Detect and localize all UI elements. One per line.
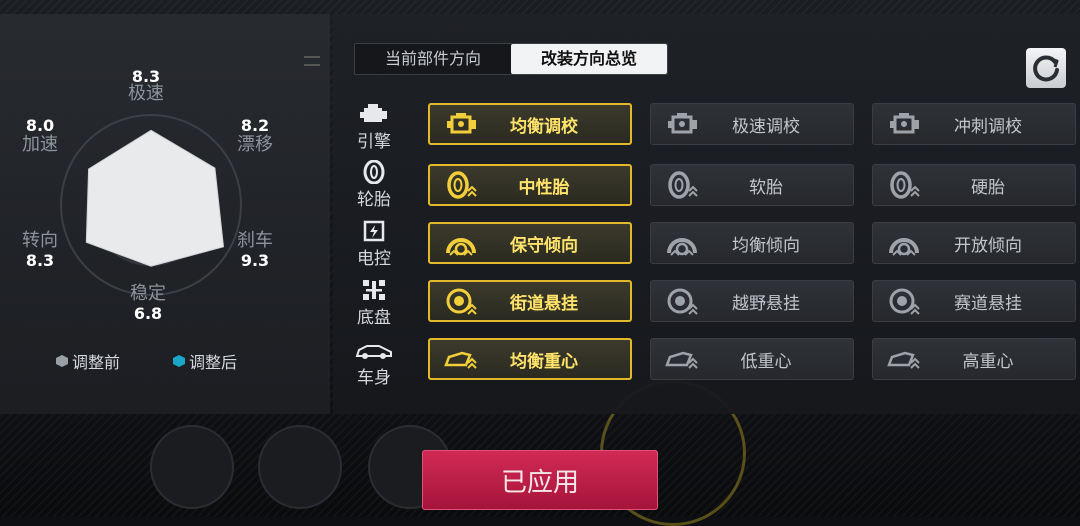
option-button[interactable]: 冲刺调校 <box>872 103 1076 145</box>
category-label: 电控 <box>357 249 391 269</box>
engine-icon <box>885 109 925 139</box>
category-label: 车身 <box>357 368 391 388</box>
category-chassis: 底盘 <box>352 278 396 328</box>
background-part-slot <box>258 425 342 509</box>
tire-icon <box>885 170 925 200</box>
option-label: 冲刺调校 <box>954 116 1022 137</box>
legend-before-label: 调整前 <box>72 353 121 372</box>
tire-icon <box>663 170 703 200</box>
chassis-icon <box>663 286 703 316</box>
option-button[interactable]: 保守倾向 <box>428 222 632 264</box>
category-label: 轮胎 <box>357 190 391 210</box>
option-label: 软胎 <box>749 177 783 198</box>
option-label: 均衡重心 <box>510 351 578 372</box>
category-label: 引擎 <box>357 132 391 152</box>
option-button[interactable]: 赛道悬挂 <box>872 280 1076 322</box>
refresh-button[interactable] <box>1026 48 1066 88</box>
apply-button[interactable]: 已应用 <box>422 450 658 510</box>
car-body-icon <box>355 345 392 359</box>
hexagon-icon <box>56 355 68 367</box>
stat-label: 加速 <box>22 134 58 155</box>
option-label: 开放倾向 <box>954 235 1022 256</box>
apply-button-label: 已应用 <box>500 467 579 498</box>
option-label: 硬胎 <box>971 177 1005 198</box>
chassis-icon <box>885 286 925 316</box>
option-button[interactable]: 中性胎 <box>428 164 632 206</box>
option-label: 极速调校 <box>732 116 800 137</box>
stat-acceleration: 8.0 加速 <box>12 118 68 154</box>
stat-top-speed: 8.3 极速 <box>118 69 174 106</box>
radar-stat-polygon <box>85 129 225 267</box>
option-button[interactable]: 均衡重心 <box>428 338 632 380</box>
chip-icon <box>442 228 482 258</box>
tab-modification-overview[interactable]: 改装方向总览 <box>511 44 667 74</box>
category-car-body: 车身 <box>352 338 396 388</box>
option-label: 低重心 <box>740 351 792 372</box>
stat-drift: 8.2 漂移 <box>226 118 284 154</box>
chip-icon <box>663 228 703 258</box>
category-tire: 轮胎 <box>352 160 396 210</box>
engine-icon <box>663 109 703 139</box>
stat-steering: 转向 8.3 <box>12 232 68 269</box>
stat-value: 8.2 <box>240 116 270 135</box>
category-label: 底盘 <box>357 308 391 328</box>
option-button[interactable]: 开放倾向 <box>872 222 1076 264</box>
car-body-icon <box>663 344 703 374</box>
chassis-icon <box>442 286 482 316</box>
tire-icon <box>363 160 385 184</box>
option-label: 高重心 <box>962 351 1014 372</box>
option-button[interactable]: 硬胎 <box>872 164 1076 206</box>
legend-before: 调整前 <box>56 349 120 373</box>
stat-label: 稳定 <box>130 283 166 304</box>
stat-value: 8.0 <box>25 116 55 135</box>
tab-bar: 当前部件方向 改装方向总览 <box>354 43 668 75</box>
car-body-icon <box>442 344 482 374</box>
background-part-slot <box>150 425 234 509</box>
category-electronic-control: 电控 <box>352 219 396 269</box>
stat-label: 转向 <box>22 230 58 251</box>
hexagon-icon <box>173 355 185 367</box>
stat-value: 8.3 <box>25 251 55 270</box>
stat-label: 刹车 <box>237 230 273 251</box>
chip-icon <box>363 220 385 242</box>
engine-icon <box>360 104 387 122</box>
stat-label: 极速 <box>128 83 164 104</box>
option-label: 赛道悬挂 <box>954 293 1022 314</box>
option-button[interactable]: 越野悬挂 <box>650 280 854 322</box>
category-engine: 引擎 <box>352 102 396 152</box>
radar-chart <box>60 114 242 296</box>
option-button[interactable]: 街道悬挂 <box>428 280 632 322</box>
option-button[interactable]: 低重心 <box>650 338 854 380</box>
legend-after-label: 调整后 <box>189 353 238 372</box>
option-button[interactable]: 均衡调校 <box>428 103 632 145</box>
panel-decoration <box>304 56 320 66</box>
option-label: 越野悬挂 <box>732 293 800 314</box>
option-button[interactable]: 均衡倾向 <box>650 222 854 264</box>
option-button[interactable]: 软胎 <box>650 164 854 206</box>
engine-icon <box>442 109 482 139</box>
option-label: 均衡调校 <box>510 116 578 137</box>
car-body-icon <box>885 344 925 374</box>
legend-after: 调整后 <box>173 349 237 373</box>
option-label: 保守倾向 <box>510 235 578 256</box>
stat-value: 6.8 <box>133 304 163 323</box>
tab-current-part-direction[interactable]: 当前部件方向 <box>355 44 511 74</box>
option-label: 中性胎 <box>518 177 570 198</box>
chassis-icon <box>363 280 385 300</box>
chip-icon <box>885 228 925 258</box>
stat-value: 9.3 <box>240 251 270 270</box>
stat-label: 漂移 <box>237 134 273 155</box>
stat-brake: 刹车 9.3 <box>226 232 284 269</box>
tire-icon <box>442 170 482 200</box>
refresh-icon <box>1033 55 1059 82</box>
stat-stability: 稳定 6.8 <box>118 285 178 322</box>
option-button[interactable]: 高重心 <box>872 338 1076 380</box>
option-label: 街道悬挂 <box>510 293 578 314</box>
option-label: 均衡倾向 <box>732 235 800 256</box>
option-button[interactable]: 极速调校 <box>650 103 854 145</box>
